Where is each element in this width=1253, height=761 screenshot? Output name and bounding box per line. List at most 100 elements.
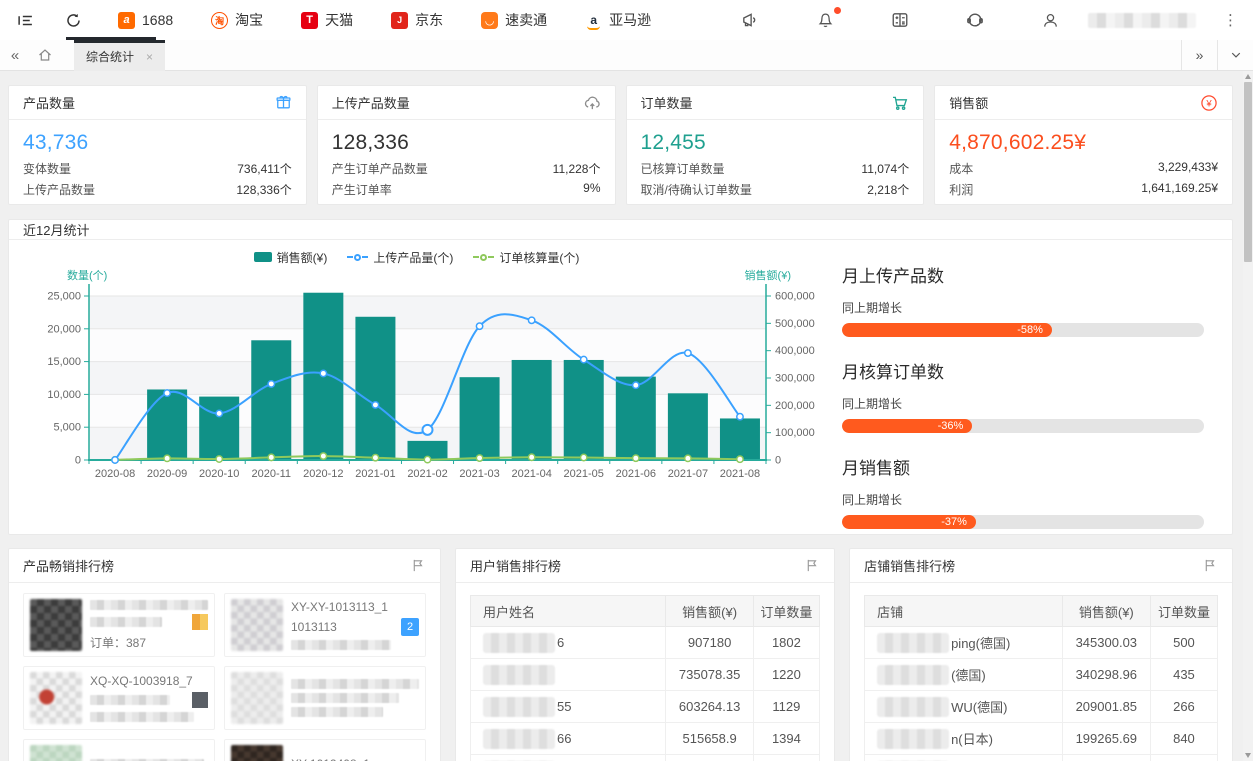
platform-tab-京东[interactable]: J京东 xyxy=(391,10,443,30)
support-headset-icon[interactable] xyxy=(964,9,986,31)
product-tile[interactable]: XY-1012408_1 xyxy=(224,739,426,761)
scroll-up-arrow[interactable] xyxy=(1245,74,1251,79)
stat-row-label: 变体数量 xyxy=(23,160,71,177)
product-tile[interactable] xyxy=(224,666,426,730)
redacted-text xyxy=(90,695,170,705)
card-title: 产品畅销排行榜 xyxy=(23,556,114,575)
scrollbar-thumb[interactable] xyxy=(1244,82,1252,262)
svg-text:2020-08: 2020-08 xyxy=(95,468,135,480)
name-suffix: 6 xyxy=(557,635,564,650)
menu-fold-icon[interactable] xyxy=(14,9,36,31)
platform-tab-label: 京东 xyxy=(415,10,443,30)
legend-item[interactable]: 订单核算量(个) xyxy=(473,249,579,266)
count-badge: 2 xyxy=(401,618,419,636)
product-sku-text: XQ-XQ-1003918_7 xyxy=(90,674,193,688)
card-title: 店铺销售排行榜 xyxy=(864,556,955,575)
stat-card-sales: 销售额 ¥ 4,870,602.25¥ 成本3,229,433¥ 利润1,641… xyxy=(934,85,1233,205)
flag-icon[interactable] xyxy=(411,558,426,573)
platform-tab-天猫[interactable]: T天猫 xyxy=(301,10,353,30)
gadget-product-image xyxy=(231,599,283,651)
tabbar-right-controls: » xyxy=(1181,40,1253,70)
tabbar: « 综合统计 × » xyxy=(0,40,1253,71)
close-tab-icon[interactable]: × xyxy=(146,50,153,64)
tab-comprehensive-stats[interactable]: 综合统计 × xyxy=(74,40,165,71)
content-scrollbar[interactable] xyxy=(1243,71,1253,761)
stat-card-products: 产品数量 43,736 变体数量736,411个 上传产品数量128,336个 xyxy=(8,85,307,205)
dashboard-content: 产品数量 43,736 变体数量736,411个 上传产品数量128,336个 … xyxy=(0,71,1253,761)
platform-tabs: a1688 淘淘宝 T天猫 J京东 ◡速卖通 a亚马逊 xyxy=(118,10,651,30)
green-product-image xyxy=(30,745,82,761)
sales-amount: 907180 xyxy=(666,627,753,659)
home-icon[interactable] xyxy=(30,47,60,63)
platform-tab-速卖通[interactable]: ◡速卖通 xyxy=(481,10,547,30)
order-count: 1220 xyxy=(753,659,819,691)
refresh-icon[interactable] xyxy=(62,9,84,31)
sales-amount: 340298.96 xyxy=(1062,659,1150,691)
megaphone-icon[interactable] xyxy=(739,9,761,31)
user-icon[interactable] xyxy=(1039,9,1061,31)
svg-text:2021-02: 2021-02 xyxy=(407,468,447,480)
stat-row-value: 11,228个 xyxy=(553,160,601,177)
growth-caption: 同上期增长 xyxy=(842,299,1204,316)
scroll-tabs-left-icon[interactable]: « xyxy=(0,47,30,64)
user-rank-table: 用户姓名销售额(¥)订单数量69071801802735078.35122055… xyxy=(470,595,820,761)
trend-chart-canvas: 05,00010,00015,00020,00025,0000100,00020… xyxy=(9,266,824,496)
calculator-icon[interactable] xyxy=(889,9,911,31)
product-sku-text: 1013113 xyxy=(291,620,337,634)
jersey-product-image xyxy=(30,599,82,651)
stat-row-value: 9% xyxy=(583,181,600,198)
redacted-text xyxy=(291,679,419,689)
product-rank-card: 产品畅销排行榜 订单：387XY-XY-1013113_110131132XQ-… xyxy=(8,548,441,761)
product-tile[interactable] xyxy=(23,739,215,761)
product-tile[interactable]: XY-XY-1013113_110131132 xyxy=(224,593,426,657)
scroll-tabs-right-icon[interactable]: » xyxy=(1181,40,1217,70)
notifications-bell-icon[interactable] xyxy=(814,9,836,31)
ranking-cards-row: 产品畅销排行榜 订单：387XY-XY-1013113_110131132XQ-… xyxy=(8,548,1233,761)
svg-text:2020-10: 2020-10 xyxy=(199,468,239,480)
table-row: ping(德国)345300.03500 xyxy=(865,627,1218,659)
name-suffix: 66 xyxy=(557,731,571,746)
platform-tab-亚马逊[interactable]: a亚马逊 xyxy=(585,10,651,30)
tab-list-dropdown-icon[interactable] xyxy=(1217,40,1253,70)
legend-line-swatch xyxy=(473,254,494,261)
platform-tab-label: 天猫 xyxy=(325,10,353,30)
cloud-upload-icon xyxy=(583,94,601,112)
flag-icon[interactable] xyxy=(805,558,820,573)
product-tile[interactable]: 订单：387 xyxy=(23,593,215,657)
platform-tab-淘宝[interactable]: 淘淘宝 xyxy=(211,10,263,30)
card-title: 用户销售排行榜 xyxy=(470,556,561,575)
platform-tab-label: 速卖通 xyxy=(505,10,547,30)
growth-panel: 月上传产品数 同上期增长 -58% 月核算订单数 同上期增长 -36% 月销售额… xyxy=(824,240,1232,550)
scroll-down-arrow[interactable] xyxy=(1245,753,1251,758)
svg-text:200,000: 200,000 xyxy=(775,400,815,412)
legend-item[interactable]: 销售额(¥) xyxy=(254,249,328,266)
sales-amount xyxy=(1062,755,1150,761)
yen-icon: ¥ xyxy=(1200,94,1218,112)
stat-card-uploaded: 上传产品数量 128,336 产生订单产品数量11,228个 产生订单率9% xyxy=(317,85,616,205)
table-row: 735078.351220 xyxy=(471,659,820,691)
column-header: 订单数量 xyxy=(1150,596,1217,627)
growth-progress-fill: -36% xyxy=(842,419,972,433)
massager-product-image xyxy=(231,745,283,761)
table-row: n(日本)199265.69840 xyxy=(865,723,1218,755)
svg-text:5,000: 5,000 xyxy=(53,422,81,434)
stat-card-orders: 订单数量 12,455 已核算订单数量11,074个 取消/待确认订单数量2,2… xyxy=(626,85,925,205)
topbar: a1688 淘淘宝 T天猫 J京东 ◡速卖通 a亚马逊 ⋮ xyxy=(0,0,1253,40)
svg-text:400,000: 400,000 xyxy=(775,345,815,357)
product-tile[interactable]: XQ-XQ-1003918_7 xyxy=(23,666,215,730)
name-suffix: 55 xyxy=(557,699,571,714)
legend-label: 上传产品量(个) xyxy=(373,249,453,266)
growth-title: 月上传产品数 xyxy=(842,262,1204,287)
flag-icon[interactable] xyxy=(1203,558,1218,573)
order-count: 840 xyxy=(1150,723,1217,755)
legend-label: 订单核算量(个) xyxy=(499,249,579,266)
platform-tab-1688[interactable]: a1688 xyxy=(118,12,173,29)
more-menu-icon[interactable]: ⋮ xyxy=(1223,11,1239,29)
legend-item[interactable]: 上传产品量(个) xyxy=(347,249,453,266)
sales-amount xyxy=(666,755,753,761)
growth-title: 月核算订单数 xyxy=(842,358,1204,383)
svg-text:500,000: 500,000 xyxy=(775,318,815,330)
chart-legend: 销售额(¥) 上传产品量(个) 订单核算量(个) xyxy=(9,248,824,266)
column-header: 销售额(¥) xyxy=(666,596,753,627)
username-redacted[interactable] xyxy=(1088,13,1196,28)
